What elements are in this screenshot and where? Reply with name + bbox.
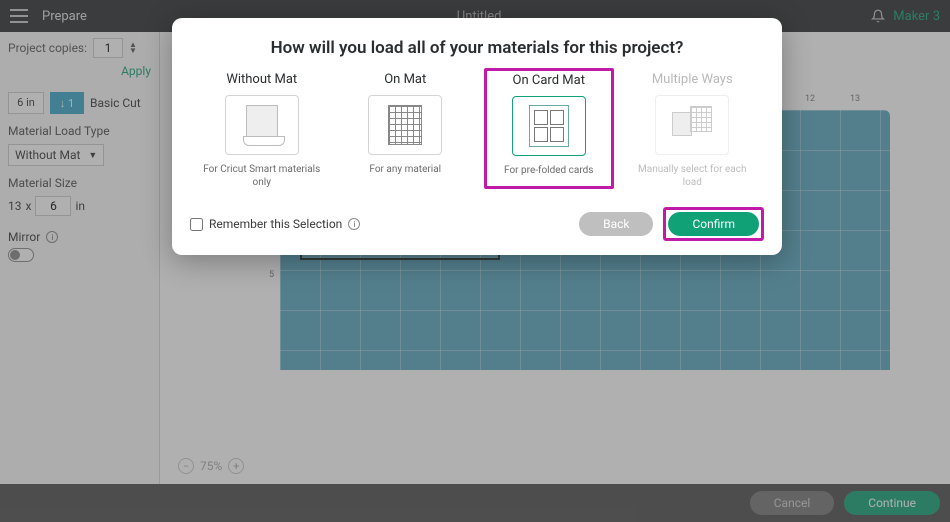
- option-card[interactable]: [368, 95, 442, 155]
- option-without-mat[interactable]: Without Mat For Cricut Smart materials o…: [197, 72, 327, 189]
- remember-selection[interactable]: Remember this Selection i: [190, 217, 360, 231]
- grid-mat-icon: [388, 105, 422, 145]
- option-title: On Mat: [340, 72, 470, 87]
- back-button[interactable]: Back: [579, 212, 653, 236]
- option-card[interactable]: [225, 95, 299, 155]
- modal-title: How will you load all of your materials …: [190, 38, 764, 58]
- option-desc: For any material: [340, 163, 470, 176]
- confirm-button[interactable]: Confirm: [668, 212, 759, 236]
- remember-checkbox[interactable]: [190, 218, 203, 231]
- load-materials-modal: How will you load all of your materials …: [172, 18, 782, 255]
- option-on-mat[interactable]: On Mat For any material: [340, 72, 470, 189]
- card-mat-icon: [529, 105, 569, 147]
- option-desc: For Cricut Smart materials only: [197, 163, 327, 189]
- option-card[interactable]: [655, 95, 729, 155]
- option-title: Multiple Ways: [627, 72, 757, 87]
- option-on-card-mat[interactable]: On Card Mat For pre-folded cards: [484, 68, 614, 189]
- option-title: On Card Mat: [497, 73, 601, 88]
- roll-icon: [246, 105, 278, 145]
- option-title: Without Mat: [197, 72, 327, 87]
- option-desc: Manually select for each load: [627, 163, 757, 189]
- confirm-highlight: Confirm: [663, 207, 764, 241]
- option-card[interactable]: [512, 96, 586, 156]
- option-desc: For pre-folded cards: [497, 164, 601, 177]
- multiple-icon: [672, 106, 712, 144]
- info-icon[interactable]: i: [348, 218, 360, 230]
- option-multiple-ways[interactable]: Multiple Ways Manually select for each l…: [627, 72, 757, 189]
- remember-label: Remember this Selection: [209, 217, 342, 231]
